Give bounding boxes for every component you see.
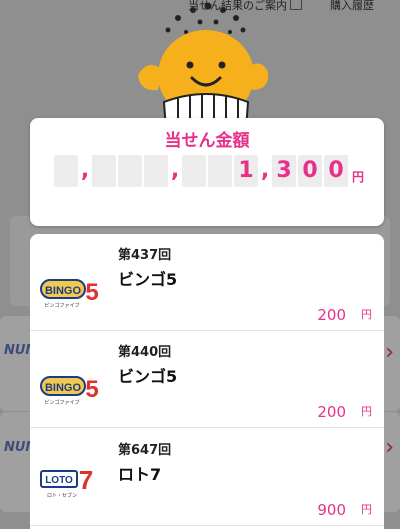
digit-slot [118,155,142,187]
svg-text:BINGO: BINGO [45,285,82,297]
svg-text:ロト・セブン: ロト・セブン [47,492,77,499]
winnings-title: 当せん金額 [164,131,250,151]
prize-amount: 200 [317,306,346,324]
digit-slot: 0 [324,155,348,187]
currency-label: 円 [361,503,372,516]
digit-slot: 3 [272,155,296,187]
game-name: ビンゴ5 [118,270,178,289]
winnings-total-card: 当せん金額 , , 1 , 3 0 0 円 [30,118,384,226]
result-item[interactable]: BINGO 5 ビンゴファイブ 第437回 ビンゴ5 200 円 [30,234,384,331]
digit-separator: , [170,158,180,183]
svg-text:5: 5 [85,376,98,403]
svg-text:ビンゴファイブ: ビンゴファイブ [44,399,79,406]
svg-text:BINGO: BINGO [45,382,82,394]
prize-amount: 200 [317,403,346,421]
svg-text:7: 7 [79,465,93,495]
digit-slot [92,155,116,187]
digit-slot: 0 [298,155,322,187]
bingo5-logo-icon: BINGO 5 ビンゴファイブ [40,376,99,406]
svg-text:LOTO: LOTO [45,475,73,486]
draw-number: 第647回 [118,443,172,458]
draw-number: 第440回 [118,345,172,360]
digit-slot [182,155,206,187]
currency-label: 円 [361,405,372,418]
mascot-illustration [138,2,269,130]
chevron-right-icon[interactable]: › [385,435,394,460]
checkbox-icon [290,0,302,10]
digit-slot [54,155,78,187]
digit-slot [208,155,232,187]
winning-results-list: BINGO 5 ビンゴファイブ 第437回 ビンゴ5 200 円 BINGO 5… [30,234,384,529]
svg-text:ビンゴファイブ: ビンゴファイブ [44,302,79,309]
purchase-history-link[interactable]: 購入履歴 [330,0,374,13]
currency-label: 円 [352,170,365,184]
prize-amount: 900 [317,501,346,519]
digit-separator: , [80,158,90,183]
svg-text:5: 5 [85,279,98,306]
draw-number: 第437回 [118,248,172,263]
loto7-logo-icon: LOTO 7 ロト・セブン [40,465,93,499]
currency-label: 円 [361,308,372,321]
digit-separator: , [260,158,270,183]
game-name: ビンゴ5 [118,367,178,386]
chevron-right-icon[interactable]: › [385,340,394,365]
bingo5-logo-icon: BINGO 5 ビンゴファイブ [40,279,99,309]
digit-slot [144,155,168,187]
game-name: ロト7 [118,465,162,484]
result-item[interactable]: BINGO 5 ビンゴファイブ 第440回 ビンゴ5 200 円 [30,331,384,428]
digit-slot: 1 [234,155,258,187]
result-item[interactable]: LOTO 7 ロト・セブン 第647回 ロト7 900 円 [30,429,384,526]
